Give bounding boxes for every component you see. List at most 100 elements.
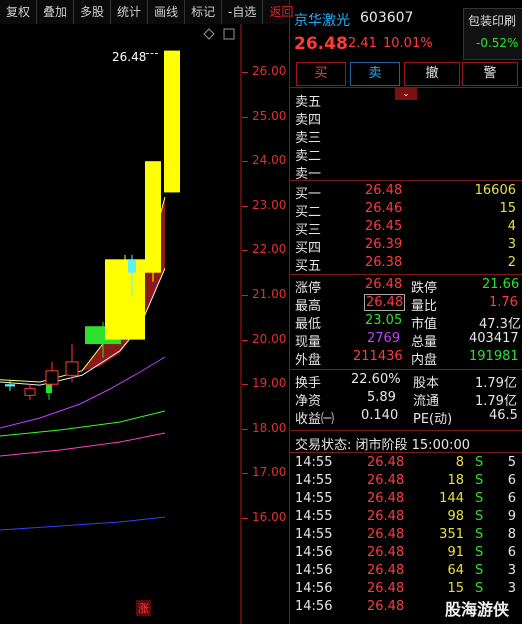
y-tick-label: 16.00	[252, 510, 287, 524]
high-price-pointer-icon	[146, 53, 158, 55]
sell-button[interactable]: 卖	[350, 62, 400, 86]
sector-change-pct: -0.52%	[476, 36, 519, 50]
tick-side: S	[475, 509, 484, 524]
buy-level-price: 26.39	[365, 237, 403, 252]
tick-volume: 15	[447, 581, 464, 596]
tick-count: 6	[507, 545, 516, 560]
y-tick-mark	[242, 205, 248, 207]
tick-volume: 91	[447, 545, 464, 560]
sell-level-label: 卖三	[295, 131, 322, 146]
y-tick-mark	[242, 161, 248, 163]
tick-side: S	[475, 527, 484, 542]
y-tick-mark	[242, 518, 248, 519]
total-volume-value: 403417	[469, 331, 519, 346]
collapse-diamond-icon[interactable]	[203, 28, 215, 40]
buy-button[interactable]: 买	[296, 62, 346, 86]
candle-body	[5, 384, 15, 387]
pe-label: PE(动)	[413, 412, 453, 427]
toolbar-draw-line-button[interactable]: 画线	[148, 0, 186, 24]
outer-volume-label: 外盘	[295, 353, 322, 368]
limit-up-mark: 涨	[136, 600, 151, 616]
tick-time: 14:56	[295, 563, 333, 578]
toolbar-remove-watchlist-button[interactable]: -自选	[222, 0, 264, 24]
outer-volume-value: 211436	[353, 349, 403, 364]
tick-count: 3	[507, 563, 516, 578]
tick-price: 26.48	[367, 599, 405, 614]
tick-price: 26.48	[367, 527, 405, 542]
y-tick-mark	[242, 473, 248, 475]
candle-body	[145, 161, 161, 273]
buy-level-volume: 4	[507, 219, 516, 234]
tick-count: 5	[507, 455, 516, 470]
trading-status: 交易状态: 闭市阶段 15:00:00	[295, 438, 471, 453]
stock-name: 京华激光	[294, 13, 350, 29]
sell-level-label: 卖四	[295, 113, 322, 128]
candle-body	[164, 50, 180, 193]
inner-volume-value: 191981	[469, 349, 519, 364]
toolbar-mark-button[interactable]: 标记	[185, 0, 223, 24]
tick-time: 14:55	[295, 455, 333, 470]
low-value: 23.05	[365, 313, 403, 328]
y-tick-mark	[242, 250, 248, 252]
toolbar-overlay-button[interactable]: 叠加	[37, 0, 75, 24]
candle-body	[24, 388, 36, 396]
candlestick-chart[interactable]: 26.00 25.00 24.00 23.00 22.00 21.00 20.00 19.00…	[0, 24, 288, 624]
net-assets-value: 5.89	[367, 390, 396, 405]
expand-orderbook-icon[interactable]: ⌄	[395, 88, 417, 100]
tick-price: 26.48	[367, 563, 405, 578]
toolbar-stats-button[interactable]: 统计	[111, 0, 149, 24]
stock-code: 603607	[360, 10, 414, 26]
sector-name[interactable]: 包装印刷	[468, 12, 516, 29]
buy-level-volume: 2	[507, 255, 516, 270]
tick-time: 14:56	[295, 545, 333, 560]
high-label: 最高	[295, 299, 322, 314]
toolbar-fuquan-button[interactable]: 复权	[0, 0, 38, 24]
sell-level-label: 卖二	[295, 149, 322, 164]
candle-body	[46, 384, 52, 394]
current-volume-value: 2769	[367, 331, 401, 346]
alert-button[interactable]: 警	[462, 62, 518, 86]
tick-volume: 351	[439, 527, 464, 542]
tick-count: 6	[507, 473, 516, 488]
buy-level-volume: 3	[507, 237, 516, 252]
tick-volume: 98	[447, 509, 464, 524]
buy-level-volume: 16606	[474, 183, 516, 198]
y-tick-mark	[242, 116, 248, 118]
current-price: 26.48	[294, 34, 348, 54]
watermark: 股海游侠	[445, 600, 510, 619]
tick-time: 14:56	[295, 599, 333, 614]
tick-price: 26.48	[367, 581, 405, 596]
eps-label: 收益㈠	[295, 412, 335, 427]
buy-level-label: 买一	[295, 187, 322, 202]
tick-time: 14:55	[295, 509, 333, 524]
window-restore-icon[interactable]	[223, 28, 235, 40]
market-cap-label: 市值	[411, 317, 438, 332]
cancel-order-button[interactable]: 撤	[404, 62, 460, 86]
share-capital-label: 股本	[413, 376, 440, 391]
high-value: 26.48	[364, 294, 406, 311]
y-tick-mark	[242, 295, 248, 296]
tick-time: 14:55	[295, 473, 333, 488]
tick-side: S	[475, 545, 484, 560]
ma-line-green	[0, 410, 166, 437]
y-tick-label: 26.00	[252, 64, 287, 78]
tick-side: S	[475, 563, 484, 578]
low-label: 最低	[295, 317, 322, 332]
volume-ratio-label: 量比	[411, 299, 438, 314]
tick-count: 6	[507, 491, 516, 506]
quote-panel: 京华激光 603607 26.48 2.41 10.01% 包装印刷 -0.52…	[289, 0, 522, 624]
y-tick-label: 23.00	[252, 197, 287, 212]
tick-side: S	[475, 455, 484, 470]
tick-count: 8	[507, 527, 516, 542]
y-tick-label: 19.00	[252, 376, 287, 391]
chart-toolbar: 复权 叠加 多股 统计 画线 标记 -自选 返回	[0, 0, 293, 24]
y-tick-label: 25.00	[252, 108, 287, 123]
y-tick-label: 18.00	[252, 420, 287, 435]
chart-canvas[interactable]	[0, 24, 288, 624]
candle-body	[105, 259, 145, 340]
tick-price: 26.48	[367, 545, 405, 560]
buy-level-label: 买二	[295, 205, 322, 220]
toolbar-multi-stock-button[interactable]: 多股	[74, 0, 112, 24]
y-tick-label: 22.00	[252, 242, 287, 257]
market-cap-value: 47.3亿	[479, 317, 521, 332]
